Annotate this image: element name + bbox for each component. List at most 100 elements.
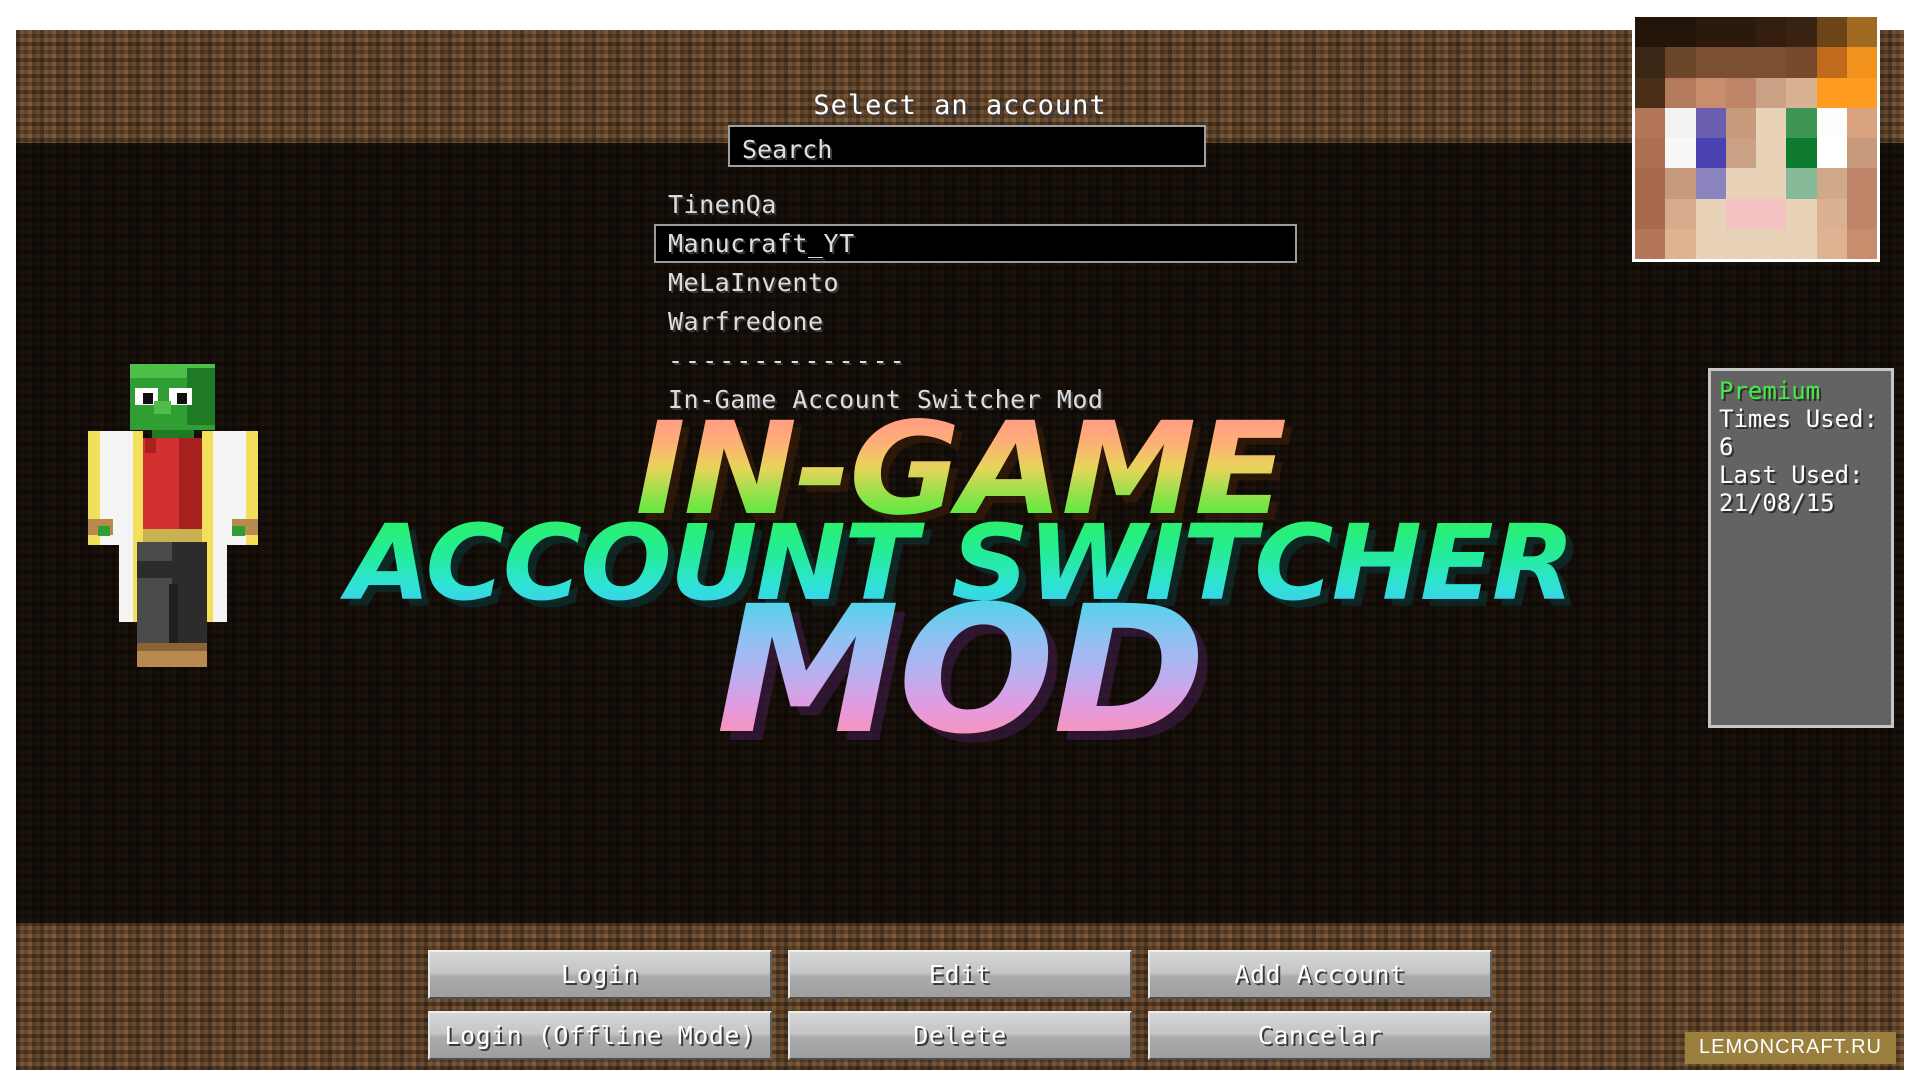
skin-pixel [1786,198,1817,229]
belt [143,529,203,544]
player-skin-preview [88,364,258,736]
eye-left-pupil [143,392,153,405]
skin-pixel [1725,138,1756,169]
last-used-value: 21/08/15 [1719,489,1835,517]
skin-pixel [1756,107,1787,138]
logo-line-1: IN-GAME [16,405,1904,533]
skin-pixel [1816,47,1847,78]
skin-pixel [1846,77,1877,108]
skin-pixel [1756,228,1787,259]
skin-pixel [1846,47,1877,78]
account-name: TinenQa [668,190,777,219]
skin-pixel [1635,138,1666,169]
skin-pixel [1816,17,1847,48]
skin-pixel [1725,47,1756,78]
times-used-label: Times Used: [1719,405,1878,433]
skin-pixel [1665,138,1696,169]
skin-pixel [1725,17,1756,48]
account-name: -------------- [668,346,907,375]
skin-head-preview [1632,14,1880,262]
skin-pixel [1816,228,1847,259]
logo-line-2: ACCOUNT SWITCHER [16,511,1904,616]
search-input-value: Search [742,135,833,164]
skin-pixel [1786,77,1817,108]
add-account-button[interactable]: Add Account [1148,950,1492,999]
button-row-secondary: Login (Offline Mode) Delete Cancelar [16,1011,1904,1060]
skin-pixel [1786,17,1817,48]
skin-pixel [1695,138,1726,169]
skin-pixel [1665,107,1696,138]
account-name: Manucraft_YT [668,229,855,258]
skin-pixel [1725,198,1756,229]
skin-pixel [1635,47,1666,78]
skin-pixel [1816,107,1847,138]
skin-pixel [1816,138,1847,169]
skin-pixel [1635,77,1666,108]
button-row-primary: Login Edit Add Account [16,950,1904,999]
skin-pixel [1816,168,1847,199]
skin-pixel [1756,138,1787,169]
gui-background: Select an account Search TinenQa Manucraf… [16,30,1904,1070]
account-name: Warfredone [668,307,824,336]
skin-pixel [1846,198,1877,229]
app-window: Select an account Search TinenQa Manucraf… [0,0,1920,1080]
hand-left-skin [97,526,111,536]
account-list-item[interactable]: In-Game Account Switcher Mod [656,380,1356,419]
skin-pixel [1846,168,1877,199]
skin-pixel [1695,168,1726,199]
skin-pixel [1695,77,1726,108]
skin-pixel [1665,47,1696,78]
account-list-divider: -------------- [656,341,1356,380]
skin-pixel [1756,168,1787,199]
login-button[interactable]: Login [428,950,772,999]
skin-pixel [1756,77,1787,108]
skin-pixel [1635,228,1666,259]
account-info-panel: Premium Times Used: 6 Last Used: 21/08/1… [1708,368,1894,728]
skin-pixel [1816,77,1847,108]
account-list-item[interactable]: Warfredone [656,302,1356,341]
edit-button[interactable]: Edit [788,950,1132,999]
skin-pixel [1786,168,1817,199]
account-list-item[interactable]: MeLaInvento [656,263,1356,302]
button-area: Login Edit Add Account Login (Offline Mode… [16,950,1904,1070]
skin-pixel [1846,228,1877,259]
eye-right-pupil [177,392,187,405]
skin-pixel [1695,228,1726,259]
cancelar-button[interactable]: Cancelar [1148,1011,1492,1060]
pants-band [136,561,207,579]
skin-pixel [1665,168,1696,199]
last-used-label: Last Used: [1719,461,1864,489]
skin-pixel [1695,198,1726,229]
skin-pixel [1786,107,1817,138]
account-status-badge: Premium [1719,377,1821,405]
page-title: Select an account [813,90,1107,121]
delete-button[interactable]: Delete [788,1011,1132,1060]
skin-pixel [1635,198,1666,229]
nose [153,401,171,414]
skin-pixel [1665,198,1696,229]
skin-pixel [1846,17,1877,48]
account-list-item[interactable]: TinenQa [656,185,1356,224]
skin-pixel [1665,228,1696,259]
search-input[interactable]: Search [728,125,1206,167]
times-used-value: 6 [1719,433,1734,461]
skin-pixel [1786,47,1817,78]
account-list: TinenQa Manucraft_YT MeLaInvento Warfredone… [654,185,1356,419]
site-watermark: LEMONCRAFT.RU [1684,1032,1896,1064]
skin-pixel [1786,228,1817,259]
skin-pixel [1725,228,1756,259]
skin-pixel [1665,17,1696,48]
skin-pixel [1725,77,1756,108]
skin-pixel [1816,198,1847,229]
skin-pixel [1725,168,1756,199]
skin-pixel [1635,168,1666,199]
skin-pixel [1786,138,1817,169]
skin-pixel [1635,17,1666,48]
skin-pixel [1665,77,1696,108]
login-offline-mode-button[interactable]: Login (Offline Mode) [428,1011,772,1060]
skin-pixel [1756,17,1787,48]
account-list-item[interactable]: Manucraft_YT [654,224,1297,263]
skin-pixel [1635,107,1666,138]
skin-pixel [1846,107,1877,138]
jacket-front-left [118,430,133,622]
